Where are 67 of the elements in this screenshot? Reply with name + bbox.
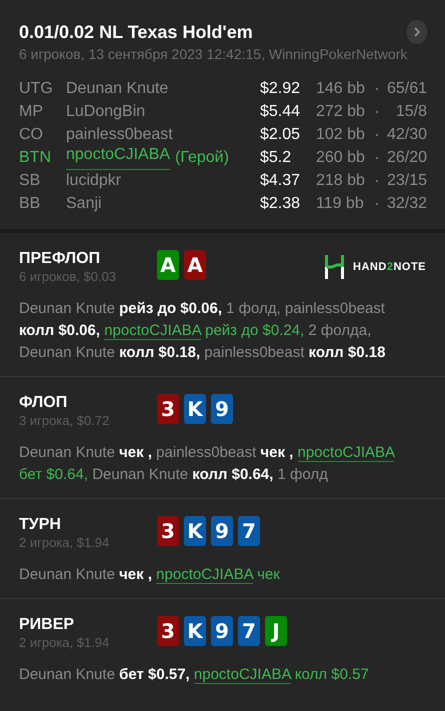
position-label: UTG bbox=[19, 78, 54, 98]
big-blinds: 260 bb bbox=[316, 148, 366, 168]
player-stats: 26/20 bbox=[386, 148, 427, 168]
playing-card: 9 bbox=[211, 616, 233, 646]
player-stats: 65/61 bbox=[386, 78, 427, 98]
hand-subtitle: 6 игроков, 13 сентября 2023 12:42:15, WinningPokerNetwork bbox=[19, 45, 408, 64]
position-label: SB bbox=[19, 170, 42, 190]
playing-card: 3 bbox=[157, 616, 179, 646]
player-link[interactable]: npoctoCJIABA bbox=[194, 666, 291, 684]
playing-card: J bbox=[265, 616, 287, 646]
playing-card: 3 bbox=[157, 394, 179, 424]
street-title: ФЛОП bbox=[19, 393, 68, 413]
position-label: MP bbox=[19, 102, 44, 122]
stack-amount: $2.92 bbox=[260, 78, 302, 98]
stack-amount: $2.38 bbox=[260, 194, 302, 214]
player-link[interactable]: npoctoCJIABA bbox=[298, 444, 394, 462]
big-blinds: 272 bb bbox=[316, 102, 366, 122]
stack-amount: $4.37 bbox=[260, 170, 302, 190]
hand-title: 0.01/0.02 NL Texas Hold'em bbox=[19, 21, 254, 44]
stack-amount: $5.2 bbox=[260, 148, 292, 168]
logo-icon bbox=[325, 255, 346, 279]
logo-text: HAND2NOTE bbox=[353, 260, 426, 275]
position-label: BTN bbox=[19, 148, 52, 168]
street-subtitle: 2 игрока, $1.94 bbox=[19, 635, 110, 651]
action-summary: Deunan Knute рейз до $0.06, 1 фолд, painless0beast колл $0.06, npoctoCJIABA рейз до $0.24, 2 фолда, Deunan Knute колл $0.18, painless0beast колл $0.18 bbox=[19, 299, 386, 363]
playing-card: 7 bbox=[238, 616, 260, 646]
playing-card: K bbox=[184, 394, 206, 424]
player-name: painless0beast bbox=[66, 124, 173, 144]
street-title: ТУРН bbox=[19, 515, 62, 535]
playing-card: K bbox=[184, 516, 206, 546]
position-label: CO bbox=[19, 124, 44, 144]
big-blinds: 218 bb bbox=[316, 170, 366, 190]
street-title: РИВЕР bbox=[19, 615, 76, 635]
playing-card: K bbox=[184, 616, 206, 646]
stack-amount: $5.44 bbox=[260, 102, 302, 122]
hero-tag: (Герой) bbox=[175, 146, 229, 170]
street-subtitle: 2 игрока, $1.94 bbox=[19, 535, 110, 551]
player-name: Sanji bbox=[66, 194, 102, 214]
player-stats: 32/32 bbox=[386, 194, 427, 214]
next-button[interactable] bbox=[407, 20, 427, 44]
street-title: ПРЕФЛОП bbox=[19, 249, 102, 269]
player-link[interactable]: npoctoCJIABA bbox=[156, 566, 253, 584]
big-blinds: 119 bb bbox=[316, 194, 365, 214]
player-stats: 42/30 bbox=[386, 124, 427, 144]
player-link[interactable]: npoctoCJIABA bbox=[104, 322, 201, 340]
player-name: lucidpkr bbox=[66, 170, 122, 190]
playing-card: 9 bbox=[211, 394, 233, 424]
playing-card: A bbox=[184, 250, 206, 280]
big-blinds: 146 bb bbox=[316, 78, 366, 98]
street-subtitle: 6 игроков, $0.03 bbox=[19, 269, 118, 285]
player-link[interactable]: npoctoCJIABA bbox=[66, 146, 170, 170]
playing-card: 9 bbox=[211, 516, 233, 546]
chevron-right-icon bbox=[412, 26, 422, 38]
action-summary: Deunan Knute чек , npoctoCJIABA чек bbox=[19, 565, 281, 586]
stack-amount: $2.05 bbox=[260, 124, 302, 144]
playing-card: A bbox=[157, 250, 179, 280]
player-stats: 15/8 bbox=[394, 102, 427, 122]
action-summary: Deunan Knute чек , painless0beast чек , npoctoCJIABA бет $0.64, Deunan Knute колл $0.64, 1 фолд bbox=[19, 443, 396, 485]
player-name: Deunan Knute bbox=[66, 78, 168, 98]
action-summary: Deunan Knute бет $0.57, npoctoCJIABA колл $0.57 bbox=[19, 665, 370, 686]
big-blinds: 102 bb bbox=[316, 124, 366, 144]
playing-card: 7 bbox=[238, 516, 260, 546]
player-stats: 23/15 bbox=[386, 170, 427, 190]
position-label: BB bbox=[19, 194, 42, 214]
street-subtitle: 3 игрока, $0.72 bbox=[19, 413, 110, 429]
playing-card: 3 bbox=[157, 516, 179, 546]
player-name: LuDongBin bbox=[66, 102, 146, 122]
